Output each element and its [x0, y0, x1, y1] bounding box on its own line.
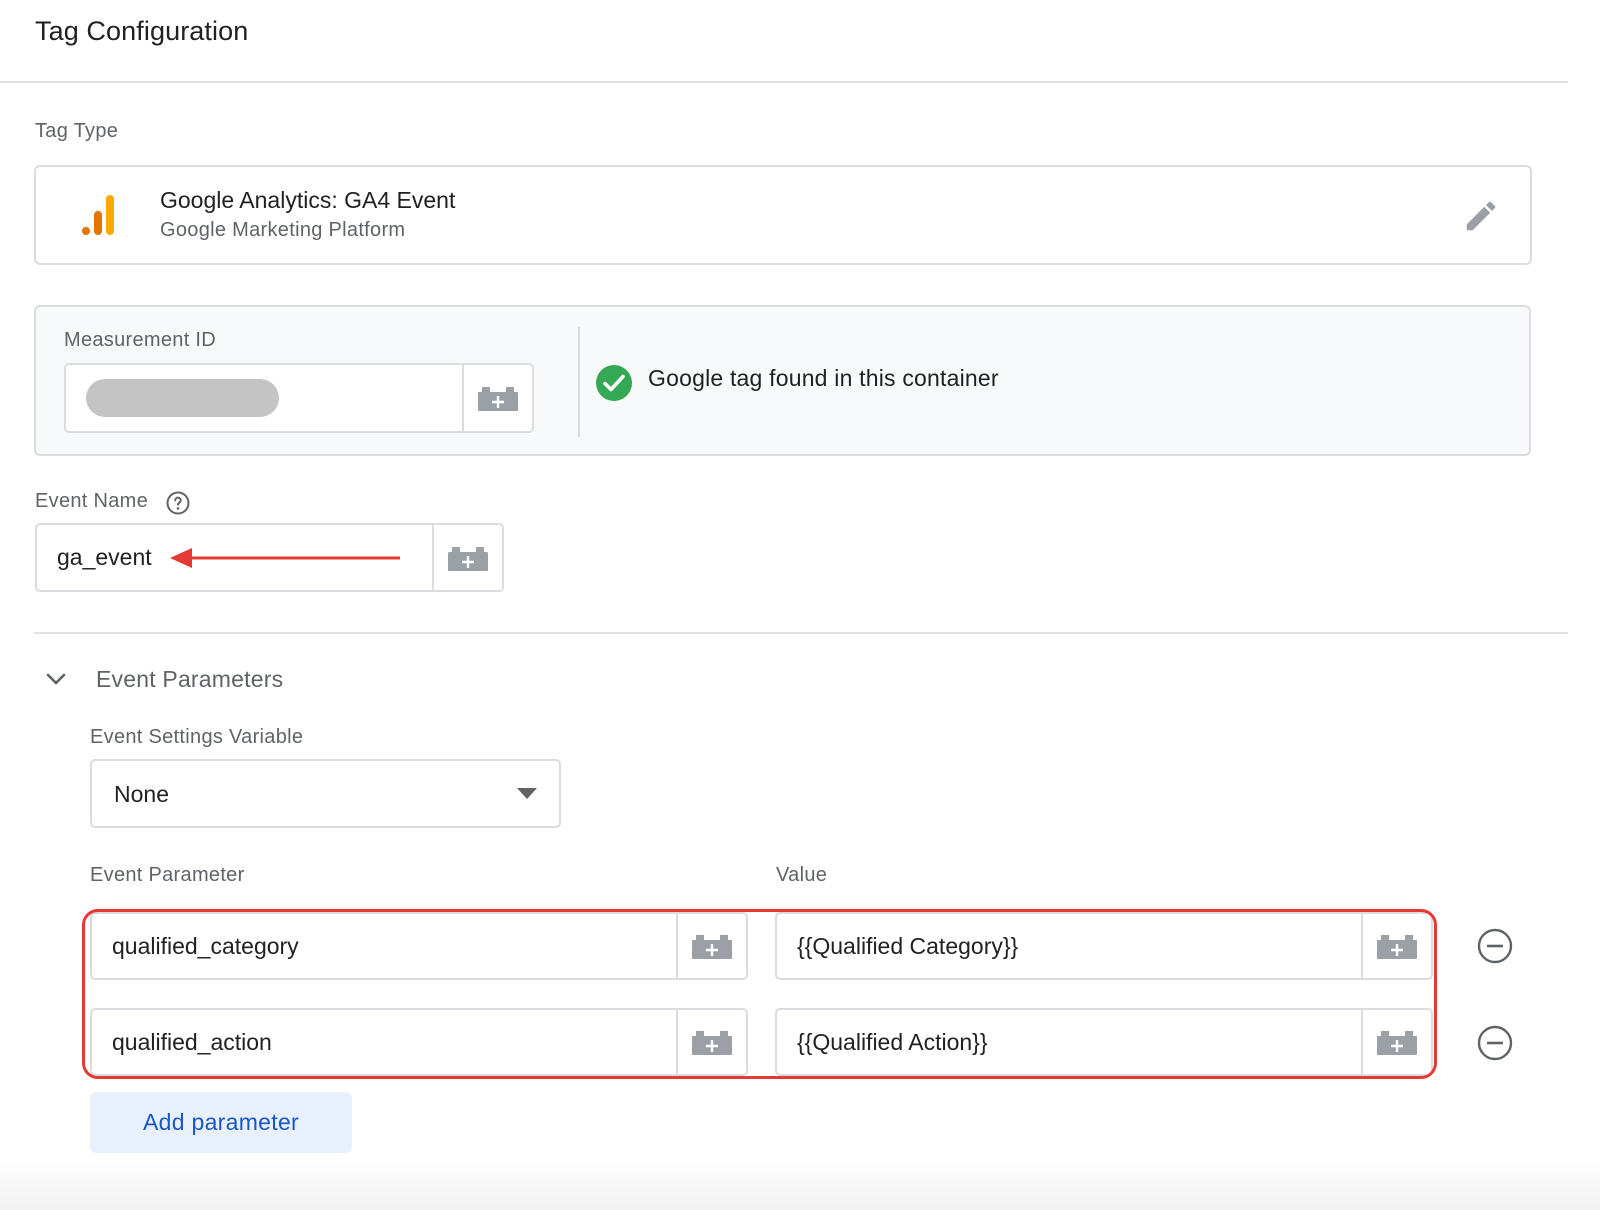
event-name-label: Event Name	[35, 490, 149, 512]
measurement-id-label: Measurement ID	[64, 329, 217, 351]
measurement-id-field[interactable]	[64, 363, 534, 433]
event-settings-variable-select[interactable]: None	[90, 759, 561, 828]
remove-row-icon[interactable]	[1477, 1025, 1513, 1061]
parameter-name-field[interactable]	[90, 912, 748, 980]
parameter-value-input[interactable]	[777, 914, 1361, 978]
variable-brick-icon	[1377, 1031, 1417, 1055]
event-name-variable-button[interactable]	[432, 525, 502, 590]
variable-brick-icon	[692, 1031, 732, 1055]
parameter-value-field[interactable]	[775, 1008, 1433, 1076]
parameter-name-input[interactable]	[92, 1010, 676, 1074]
measurement-id-input[interactable]	[66, 365, 462, 431]
measurement-id-variable-button[interactable]	[462, 365, 532, 431]
edit-pencil-icon[interactable]	[1462, 197, 1500, 235]
google-tag-status-text: Google tag found in this container	[648, 365, 999, 391]
measurement-panel: Measurement ID Google tag found in this …	[34, 305, 1531, 456]
select-value: None	[114, 781, 169, 807]
chevron-down-icon[interactable]	[42, 667, 70, 691]
variable-brick-icon	[692, 935, 732, 959]
variable-brick-icon	[1377, 935, 1417, 959]
panel-divider	[578, 327, 580, 437]
tag-type-name: Google Analytics: GA4 Event	[160, 187, 456, 213]
parameter-value-input[interactable]	[777, 1010, 1361, 1074]
parameter-name-field[interactable]	[90, 1008, 748, 1076]
event-parameter-column-label: Event Parameter	[90, 864, 245, 886]
tag-configuration-page: Tag Configuration Tag Type Google Analyt…	[0, 0, 1600, 1210]
google-analytics-logo-icon	[82, 195, 114, 235]
parameter-name-input[interactable]	[92, 914, 676, 978]
header: Tag Configuration	[0, 0, 1568, 83]
variable-brick-icon	[478, 387, 518, 411]
parameter-name-variable-button[interactable]	[676, 1010, 746, 1074]
event-parameters-title[interactable]: Event Parameters	[96, 666, 283, 693]
tag-type-label: Tag Type	[35, 120, 119, 142]
help-circle-icon[interactable]	[166, 491, 190, 515]
page-title: Tag Configuration	[35, 16, 249, 46]
dropdown-arrow-icon	[517, 788, 537, 799]
parameter-value-variable-button[interactable]	[1361, 914, 1431, 978]
section-divider	[34, 632, 1568, 634]
tag-type-card[interactable]: Google Analytics: GA4 Event Google Marke…	[34, 165, 1532, 265]
parameter-value-field[interactable]	[775, 912, 1433, 980]
tag-type-platform: Google Marketing Platform	[160, 219, 406, 241]
parameter-value-variable-button[interactable]	[1361, 1010, 1431, 1074]
bottom-shadow	[0, 1160, 1600, 1210]
variable-brick-icon	[448, 546, 488, 571]
parameter-name-variable-button[interactable]	[676, 914, 746, 978]
check-circle-icon	[596, 365, 632, 401]
add-parameter-button[interactable]: Add parameter	[90, 1092, 352, 1153]
red-annotation-arrow-icon	[170, 548, 400, 568]
value-column-label: Value	[776, 864, 828, 886]
remove-row-icon[interactable]	[1477, 928, 1513, 964]
redacted-value	[86, 379, 279, 417]
event-settings-variable-label: Event Settings Variable	[90, 726, 304, 748]
